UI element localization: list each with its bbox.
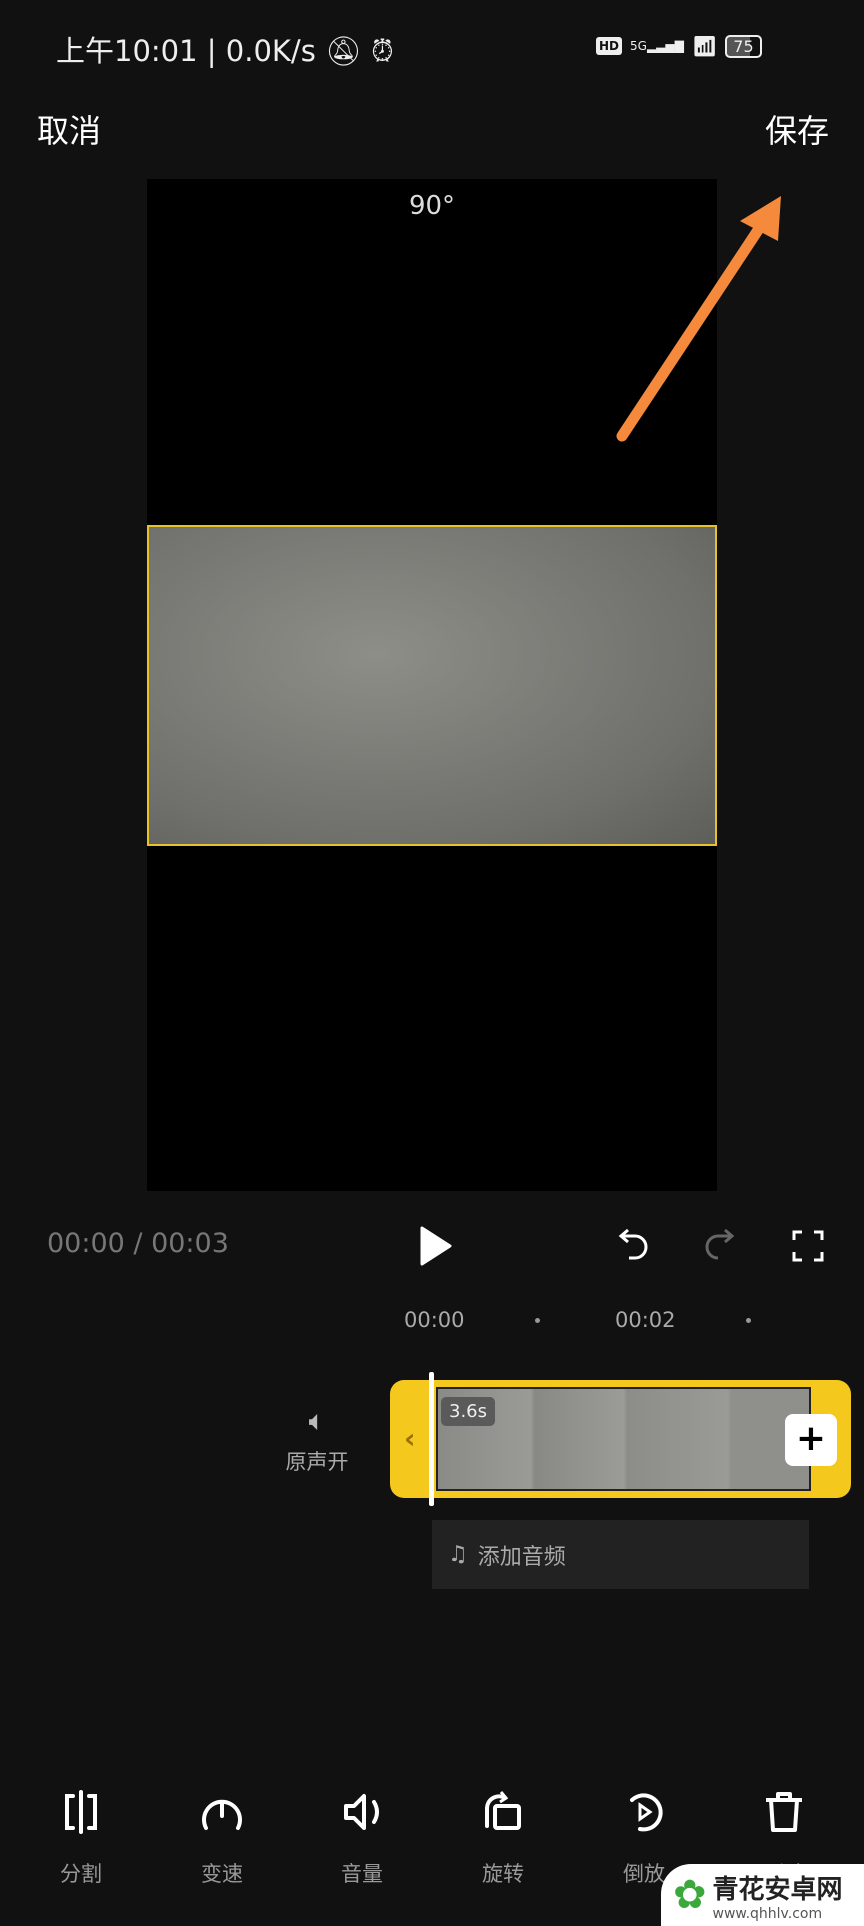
signal-icon: 5G▂▃▅▇ (630, 39, 684, 53)
speaker-icon: 🔈︎ (308, 1404, 326, 1437)
clip-duration: 3.6s (441, 1397, 496, 1426)
wifi-icon: 📶︎ (691, 34, 718, 58)
save-button[interactable]: 保存 (765, 106, 829, 152)
status-time: 上午10:01 | 0.0K/s 🔕︎ ⏰︎ (56, 34, 394, 68)
annotation-arrow (616, 196, 781, 442)
battery-icon: 75 (725, 34, 762, 58)
tool-speed[interactable]: 变速 (167, 1786, 277, 1888)
redo-icon[interactable] (698, 1224, 742, 1268)
add-clip-button[interactable]: + (785, 1414, 837, 1466)
video-frame[interactable] (147, 525, 717, 846)
ruler-tick: 00:00 (404, 1308, 465, 1332)
original-sound-toggle[interactable]: 🔈︎ 原声开 (272, 1404, 362, 1476)
playback-time: 00:00 / 00:03 (47, 1228, 229, 1259)
rotate-icon (485, 1791, 521, 1830)
watermark-logo: ✿ 青花安卓网 www.qhhlv.com (661, 1864, 864, 1926)
bell-off-icon: 🔕︎ (325, 34, 362, 68)
ruler-tick: 00:02 (615, 1308, 676, 1332)
ruler-dot (746, 1318, 751, 1323)
hd-icon: HD (596, 37, 623, 55)
playhead[interactable] (429, 1372, 434, 1506)
tool-rotate[interactable]: 旋转 (448, 1786, 558, 1888)
add-audio-button[interactable]: ♫ 添加音频 (432, 1520, 809, 1589)
status-icons: HD 5G▂▃▅▇ 📶︎ 75 (596, 34, 762, 58)
tool-volume[interactable]: 音量 (307, 1786, 417, 1888)
leaf-logo-icon: ✿ (673, 1872, 707, 1918)
tool-split[interactable]: 分割 (26, 1786, 136, 1888)
trash-icon (766, 1792, 802, 1832)
volume-icon (344, 1794, 379, 1830)
alarm-icon: ⏰︎ (371, 34, 394, 68)
reverse-icon (630, 1793, 663, 1832)
speed-icon (202, 1799, 242, 1830)
split-icon (65, 1790, 97, 1834)
play-button[interactable] (412, 1224, 456, 1268)
music-note-icon: ♫ (448, 1542, 468, 1567)
cancel-button[interactable]: 取消 (37, 106, 101, 152)
fullscreen-icon[interactable] (786, 1224, 830, 1268)
undo-icon[interactable] (611, 1224, 655, 1268)
chevron-left-icon[interactable]: ‹ (404, 1422, 416, 1455)
ruler-dot (535, 1318, 540, 1323)
